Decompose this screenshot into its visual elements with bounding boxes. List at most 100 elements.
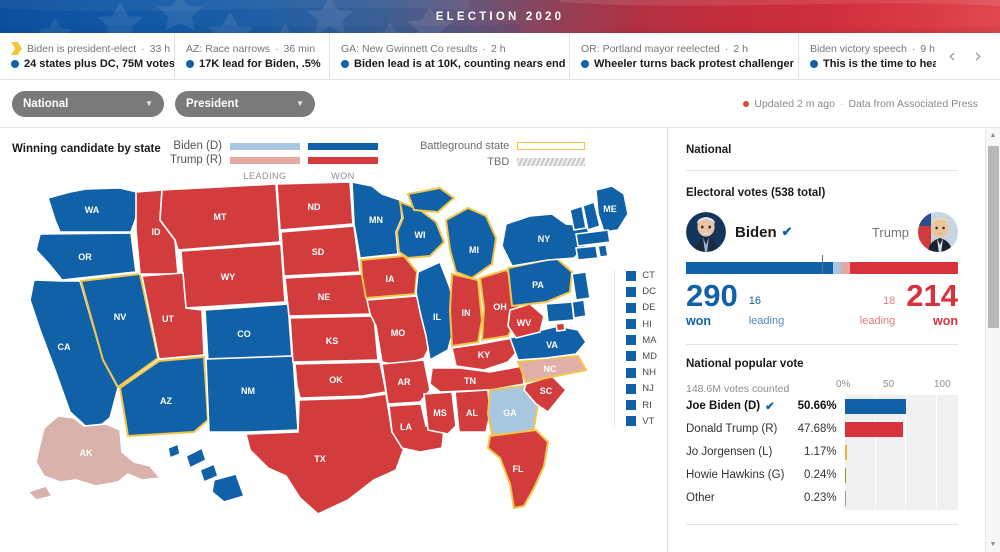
popular-vote-row[interactable]: Jo Jorgensen (L) 1.17%	[686, 440, 958, 464]
popular-vote-title: National popular vote	[686, 357, 804, 370]
pv-percentage: 0.23%	[803, 492, 837, 505]
pv-bar-fill	[844, 421, 903, 437]
ticker-item[interactable]: Biden is president-elect · 33 h 24 state…	[0, 33, 175, 79]
gridline	[904, 417, 906, 441]
small-state-item[interactable]: MA	[626, 335, 657, 346]
state-NM[interactable]	[205, 355, 299, 433]
panel-scope-heading: National	[686, 144, 732, 156]
ticker-headline: AZ: Race narrows	[186, 42, 271, 55]
ticker-items: Biden is president-elect · 33 h 24 state…	[0, 33, 936, 79]
rep-electoral-leading: 18	[883, 294, 896, 307]
state-RI-sm[interactable]	[597, 244, 609, 258]
us-election-map[interactable]: WA OR CA NV ID MT WY UT CO AZ NM ND SD N…	[0, 180, 668, 552]
divider	[686, 523, 958, 525]
state-MS[interactable]	[423, 391, 457, 435]
dot-icon	[581, 59, 589, 68]
pv-bar-track	[844, 486, 958, 510]
popular-vote-row[interactable]: Other 0.23%	[686, 486, 958, 510]
legend-swatch-rep-leading	[230, 156, 300, 164]
small-state-item[interactable]: NJ	[626, 383, 657, 394]
pv-percentage: 1.17%	[803, 446, 837, 459]
popular-vote-row[interactable]: Donald Trump (R) 47.68%	[686, 417, 958, 441]
small-state-label: HI	[642, 318, 652, 330]
legend-title: Winning candidate by state	[12, 143, 161, 155]
legend-row-tbd: TBD	[420, 156, 586, 168]
state-CO[interactable]	[204, 303, 293, 363]
small-state-swatch	[626, 335, 637, 346]
small-state-item[interactable]: DC	[626, 286, 657, 297]
ticker-headline-row: GA: New Gwinnett Co results · 2 h	[341, 43, 557, 55]
state-HI[interactable]	[167, 442, 181, 460]
popular-vote-row[interactable]: Howie Hawkins (G) 0.24%	[686, 463, 958, 487]
state-SD[interactable]	[280, 225, 361, 277]
small-state-label: CT	[642, 270, 655, 281]
ticker-item[interactable]: Biden victory speech · 9 h This is the t…	[799, 33, 936, 79]
state-OR[interactable]	[35, 232, 137, 281]
pv-percentage: 0.24%	[803, 469, 837, 482]
popular-vote-row[interactable]: Joe Biden (D) ✔ 50.66%	[686, 394, 958, 418]
ticker-headline: Biden is president-elect	[27, 42, 137, 55]
state-NE[interactable]	[284, 273, 374, 317]
scrollbar-thumb[interactable]	[988, 146, 999, 328]
dot-icon	[341, 59, 349, 68]
electoral-vote-bar	[686, 255, 958, 274]
chevron-down-icon: ▼	[296, 99, 304, 108]
small-state-swatch	[626, 286, 637, 297]
small-states-list: CT DC DE HI MA MD NH NJ RI VT	[614, 270, 657, 427]
gridline	[904, 463, 906, 487]
state-ME[interactable]	[595, 185, 629, 233]
state-NJ-sm[interactable]	[571, 271, 591, 301]
scope-dropdown[interactable]: National ▼	[12, 90, 164, 117]
state-WA[interactable]	[46, 187, 138, 233]
state-HI[interactable]	[185, 446, 207, 470]
state-DC-sm[interactable]	[555, 322, 566, 332]
state-WY[interactable]	[180, 243, 286, 309]
ticker-item[interactable]: OR: Portland mayor reelected · 2 h Wheel…	[570, 33, 799, 79]
legend-candidate-scale: Biden (D) Trump (R) LEADING WON	[164, 140, 378, 181]
ticker-time: 2 h	[491, 42, 506, 55]
ticker-headline-row: OR: Portland mayor reelected · 2 h	[581, 43, 786, 55]
scope-dropdown-label: National	[23, 97, 69, 110]
updated-text: Updated 2 m ago	[754, 97, 835, 110]
page-title: ELECTION 2020	[435, 10, 565, 23]
small-state-item[interactable]: NH	[626, 367, 657, 378]
pv-bar-fill	[844, 398, 907, 414]
chevron-right-icon[interactable]: ›	[966, 44, 990, 68]
state-AR[interactable]	[381, 359, 431, 405]
axis-tick-50: 50	[883, 378, 895, 390]
ev-seg-dem-leading	[832, 262, 841, 274]
legend-swatch-dem-won	[308, 142, 378, 150]
state-IA[interactable]	[359, 254, 419, 300]
small-state-item[interactable]: MD	[626, 351, 657, 362]
state-MD-sm[interactable]	[545, 301, 575, 323]
ticker-item[interactable]: GA: New Gwinnett Co results · 2 h Biden …	[330, 33, 570, 79]
dem-leading-label: leading	[748, 314, 785, 327]
state-MN[interactable]	[351, 181, 403, 259]
scroll-down-icon[interactable]: ▼	[986, 537, 1000, 552]
chevron-left-icon[interactable]: ‹	[940, 44, 964, 68]
scroll-up-icon[interactable]: ▲	[986, 128, 1000, 143]
state-WV[interactable]	[507, 303, 545, 339]
small-state-item[interactable]: CT	[626, 270, 657, 281]
update-status: Updated 2 m ago · Data from Associated P…	[743, 98, 988, 110]
pv-name-text: Donald Trump (R)	[686, 423, 778, 436]
state-HI[interactable]	[211, 473, 246, 503]
small-state-item[interactable]: HI	[626, 319, 657, 330]
small-state-item[interactable]: DE	[626, 302, 657, 313]
state-CT-sm[interactable]	[575, 245, 599, 261]
state-AL[interactable]	[454, 389, 491, 433]
panel-scrollbar[interactable]: ▲ ▼	[985, 128, 1000, 552]
candidate-header-row: Biden ✔ Trump	[686, 211, 958, 253]
ticker-item[interactable]: AZ: Race narrows · 36 min 17K lead for B…	[175, 33, 330, 79]
state-FL[interactable]	[486, 428, 550, 510]
small-state-item[interactable]: RI	[626, 400, 657, 411]
office-dropdown[interactable]: President ▼	[175, 90, 315, 117]
state-ND[interactable]	[276, 181, 354, 231]
state-IN[interactable]	[448, 272, 484, 348]
state-MT[interactable]	[159, 183, 281, 251]
state-OK[interactable]	[294, 361, 387, 399]
small-state-item[interactable]: VT	[626, 416, 657, 427]
ticker-detail-row: This is the time to heal in Am…	[810, 58, 936, 70]
electoral-votes-title: Electoral votes (538 total)	[686, 187, 826, 199]
state-KS[interactable]	[289, 315, 379, 363]
